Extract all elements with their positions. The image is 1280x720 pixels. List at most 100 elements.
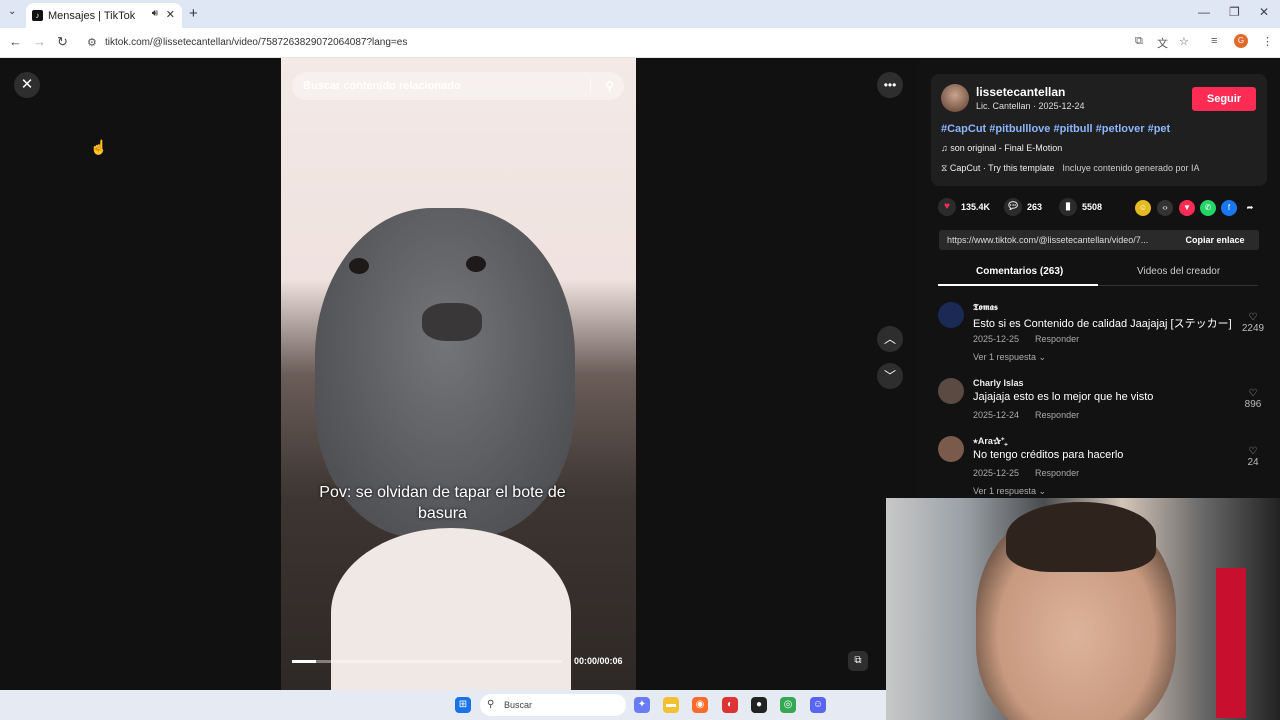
browser-toolbar: ← → ↻ ⚙ tiktok.com/@lissetecantellan/vid…	[0, 28, 1280, 58]
tab-search-icon[interactable]: ⌄	[8, 6, 16, 17]
copy-link-button[interactable]: Copiar enlace	[1171, 230, 1259, 250]
windows-start-icon[interactable]: ⊞	[455, 697, 471, 713]
heart-outline-icon: ♡	[1248, 312, 1258, 323]
active-tab-indicator	[938, 284, 1098, 286]
video-progress-bar[interactable]	[292, 660, 562, 663]
video-link-field[interactable]: https://www.tiktok.com/@lissetecantellan…	[939, 230, 1259, 250]
saves-count: 5508	[1082, 202, 1103, 212]
emoji-share-icon[interactable]: ☺	[1135, 200, 1151, 216]
menu-dots-icon[interactable]: ⋮	[1262, 35, 1273, 48]
chrome-icon[interactable]: ◎	[780, 697, 796, 713]
app-icon[interactable]: ◐	[722, 697, 738, 713]
share-arrow-icon[interactable]: ➦	[1242, 200, 1258, 216]
avatar[interactable]	[941, 84, 969, 112]
audio-icon[interactable]: 🔊︎	[152, 8, 158, 19]
floating-player-icon[interactable]: ⧉	[848, 651, 868, 671]
reply-button[interactable]: Responder	[1035, 468, 1079, 478]
site-info-icon[interactable]: ⚙	[87, 32, 97, 54]
view-replies-button[interactable]: Ver 1 respuesta ⌄	[973, 352, 1046, 363]
comment-date: 2025-12-25	[973, 468, 1020, 478]
tab-comments[interactable]: Comentarios (263)	[976, 266, 1063, 277]
search-icon[interactable]: ⚲	[605, 72, 614, 100]
comment-button[interactable]: 💬︎ 263	[1004, 198, 1042, 216]
tiktok-favicon-icon: ♪	[32, 10, 43, 21]
capcut-template[interactable]: ⧖ CapCut · Try this template Incluye cont…	[941, 163, 1199, 174]
taskbar-search[interactable]: ⚲ Buscar	[480, 694, 626, 716]
comment-like-button[interactable]: ♡ 24	[1238, 446, 1268, 468]
copilot-icon[interactable]: ✦	[634, 697, 650, 713]
tab-close-icon[interactable]: ✕	[166, 8, 175, 21]
like-button[interactable]: ♥ 135.4K	[938, 198, 990, 216]
window-close-icon[interactable]: ✕	[1259, 5, 1269, 19]
music-title: son original - Final E-Motion	[950, 143, 1063, 153]
related-search-input[interactable]: Buscar contenido relacionado ⚲	[292, 72, 624, 100]
new-tab-icon[interactable]: +	[189, 5, 198, 22]
taskbar-search-label: Buscar	[504, 700, 533, 710]
view-replies-button[interactable]: Ver 1 respuesta ⌄	[973, 486, 1046, 497]
discord-icon[interactable]: ☺	[810, 697, 826, 713]
reply-button[interactable]: Responder	[1035, 334, 1079, 344]
file-explorer-icon[interactable]: ▬	[663, 697, 679, 713]
comment-meta: 2025-12-25 Responder	[973, 468, 1095, 478]
embed-icon[interactable]: ‹›	[1157, 200, 1173, 216]
tab-tiktok[interactable]: ♪ Mensajes | TikTok 🔊︎ ✕	[26, 3, 182, 28]
creator-subtitle: Lic. Cantellan · 2025-12-24	[976, 101, 1085, 111]
whatsapp-icon[interactable]: ✆	[1200, 200, 1216, 216]
avatar[interactable]	[938, 378, 964, 404]
creator-username[interactable]: lissetecantellan	[976, 85, 1065, 99]
mouse-cursor-icon: ☝	[90, 139, 108, 155]
address-bar[interactable]: ⚙ tiktok.com/@lissetecantellan/video/758…	[80, 32, 1200, 54]
close-icon[interactable]: ✕	[14, 72, 40, 98]
dog-chest	[331, 528, 571, 690]
next-video-icon[interactable]: ﹀	[877, 363, 903, 389]
obs-icon[interactable]: ●	[751, 697, 767, 713]
hashtags[interactable]: #CapCut #pitbulllove #pitbull #petlover …	[941, 123, 1170, 135]
comment-like-count: 24	[1247, 457, 1259, 468]
maximize-icon[interactable]: ❐	[1229, 5, 1240, 19]
send-icon[interactable]: ▼	[1179, 200, 1195, 216]
forward-icon[interactable]: →	[33, 34, 46, 49]
comment-text: No tengo créditos para hacerlo	[973, 449, 1124, 461]
comment-author[interactable]: ⭑Ara✰⁺₊	[973, 436, 1007, 447]
reply-button[interactable]: Responder	[1035, 410, 1079, 420]
video-link: https://www.tiktok.com/@lissetecantellan…	[947, 235, 1149, 245]
comment-author[interactable]: Charly Islas	[973, 378, 1024, 388]
cast-icon[interactable]: ⧉	[1135, 35, 1143, 48]
webcam-overlay	[886, 498, 1280, 720]
media-control-icon[interactable]: ≡	[1211, 35, 1217, 47]
divider	[590, 78, 591, 94]
tab-title: Mensajes | TikTok	[48, 9, 136, 22]
comment-text: Esto si es Contenido de calidad Jaajajaj…	[973, 318, 1232, 330]
video-player[interactable]	[281, 58, 636, 690]
comment-tabs: Comentarios (263) Videos del creador	[938, 262, 1258, 286]
comment-like-button[interactable]: ♡ 896	[1238, 388, 1268, 410]
avatar[interactable]	[938, 302, 964, 328]
firefox-icon[interactable]: ◉	[692, 697, 708, 713]
more-options-icon[interactable]: •••	[877, 72, 903, 98]
comment-like-button[interactable]: ♡ 2249	[1238, 312, 1268, 334]
previous-video-icon[interactable]: ︿	[877, 326, 903, 352]
tab-creator-videos[interactable]: Videos del creador	[1137, 266, 1220, 277]
avatar[interactable]	[938, 436, 964, 462]
translate-icon[interactable]: 文	[1157, 35, 1168, 51]
search-icon: ⚲	[487, 699, 495, 710]
save-button[interactable]: ▮ 5508	[1059, 198, 1102, 216]
comment-author[interactable]: 𝕿𝖔𝖒𝖆𝖘	[973, 302, 998, 313]
follow-button[interactable]: Seguir	[1192, 87, 1256, 111]
back-icon[interactable]: ←	[9, 34, 22, 49]
profile-avatar-icon[interactable]: G	[1234, 34, 1248, 48]
facebook-icon[interactable]: f	[1221, 200, 1237, 216]
heart-outline-icon: ♡	[1248, 388, 1258, 399]
red-scarf	[1216, 568, 1246, 718]
heart-outline-icon: ♡	[1248, 446, 1258, 457]
minimize-icon[interactable]: —	[1198, 5, 1210, 19]
comment-meta: 2025-12-25 Responder	[973, 334, 1095, 344]
reload-icon[interactable]: ↻	[57, 34, 68, 50]
dog-eye	[349, 258, 369, 274]
music-info[interactable]: ♫ son original - Final E-Motion	[941, 143, 1062, 153]
capcut-label: CapCut · Try this template	[949, 163, 1055, 173]
url-text: tiktok.com/@lissetecantellan/video/75872…	[105, 37, 408, 48]
tab-strip: ⌄ ♪ Mensajes | TikTok 🔊︎ ✕ + — ❐ ✕	[0, 0, 1280, 28]
bookmark-star-icon[interactable]: ☆	[1179, 35, 1189, 48]
bookmark-icon: ▮	[1059, 198, 1077, 216]
